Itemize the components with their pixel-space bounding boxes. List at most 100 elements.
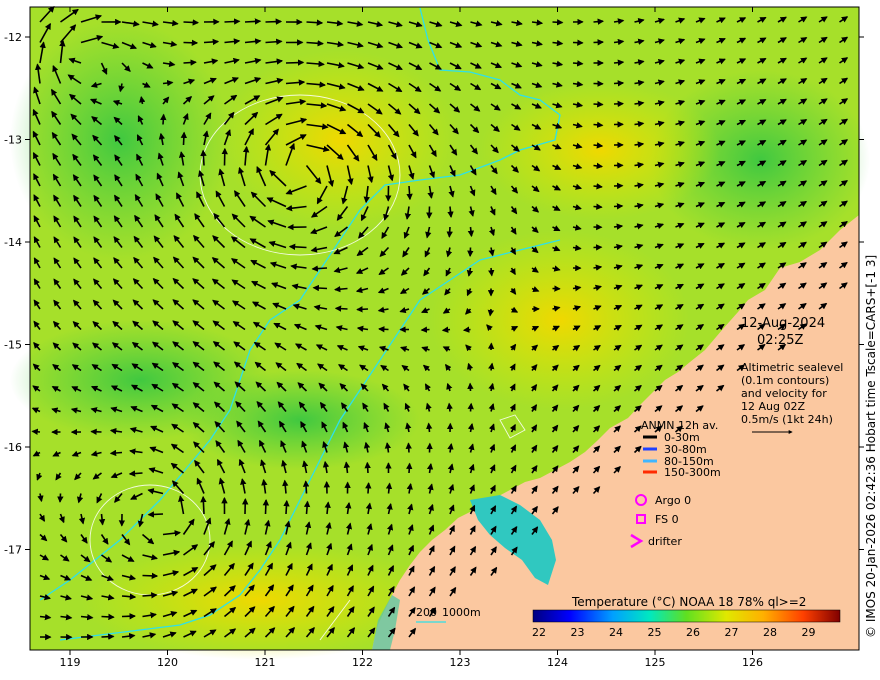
velocity-arrow bbox=[447, 206, 454, 218]
velocity-arrow bbox=[183, 59, 197, 66]
colorbar-title: Temperature (°C) NOAA 18 78% ql>=2 bbox=[571, 595, 806, 609]
mooring-depth-label: 150-300m bbox=[664, 466, 721, 479]
velocity-arrow bbox=[265, 18, 283, 25]
velocity-arrow bbox=[634, 141, 645, 148]
velocity-arrow bbox=[334, 305, 348, 312]
velocity-arrow bbox=[128, 470, 143, 477]
lat-tick-label: -15 bbox=[4, 339, 22, 352]
velocity-arrow bbox=[593, 183, 603, 190]
velocity-arrow bbox=[244, 18, 262, 25]
lon-tick-label: 120 bbox=[157, 656, 178, 669]
velocity-arrow bbox=[613, 59, 625, 66]
velocity-arrow bbox=[593, 121, 604, 129]
colorbar-tick-label: 23 bbox=[571, 626, 585, 639]
velocity-arrow bbox=[467, 226, 475, 238]
description-line: and velocity for bbox=[741, 387, 827, 400]
lon-tick-label: 119 bbox=[60, 656, 81, 669]
isobath-1000-label: 1000m bbox=[442, 606, 481, 619]
velocity-arrow bbox=[200, 149, 207, 166]
side-credit: © IMOS 20-Jan-2026 02:42:36 Hobart time … bbox=[864, 254, 878, 638]
map-date: 12-Aug-2024 bbox=[741, 316, 825, 331]
velocity-arrow bbox=[147, 511, 164, 518]
velocity-arrow bbox=[31, 428, 41, 436]
velocity-arrow bbox=[613, 38, 625, 46]
velocity-arrow bbox=[183, 19, 200, 26]
velocity-arrow bbox=[121, 593, 137, 600]
description-line: 0.5m/s (1kt 24h) bbox=[741, 413, 833, 426]
lon-tick-label: 124 bbox=[547, 656, 568, 669]
isobath-200-label: 200 bbox=[416, 606, 437, 619]
lon-tick-label: 123 bbox=[450, 656, 471, 669]
ocean-temperature-map: 119 120 121 122 123 124 125 126 -12 -13 -14 -15 -16… bbox=[4, 5, 870, 669]
velocity-arrow bbox=[98, 513, 106, 526]
velocity-arrow bbox=[593, 18, 605, 25]
velocity-arrow bbox=[426, 422, 433, 433]
velocity-arrow bbox=[180, 131, 188, 146]
lon-tick-label: 126 bbox=[742, 656, 763, 669]
lon-tick-label: 122 bbox=[352, 656, 373, 669]
colorbar-tick-label: 25 bbox=[648, 626, 662, 639]
colorbar-tick-label: 22 bbox=[532, 626, 546, 639]
colorbar-tick-label: 29 bbox=[802, 626, 816, 639]
velocity-arrow bbox=[552, 39, 564, 47]
colorbar-tick-label: 26 bbox=[686, 626, 700, 639]
velocity-arrow bbox=[613, 223, 624, 230]
velocity-arrow bbox=[488, 362, 495, 371]
velocity-arrow bbox=[312, 284, 328, 292]
velocity-arrow bbox=[283, 499, 290, 515]
velocity-arrow bbox=[160, 113, 167, 125]
description-line: (0.1m contours) bbox=[741, 374, 829, 387]
velocity-arrow bbox=[303, 500, 311, 515]
velocity-arrow bbox=[488, 267, 495, 277]
velocity-arrow bbox=[142, 592, 158, 599]
velocity-arrow bbox=[224, 18, 241, 25]
velocity-arrow bbox=[306, 19, 324, 26]
velocity-arrow bbox=[446, 226, 453, 238]
velocity-arrow bbox=[405, 442, 412, 453]
velocity-arrow bbox=[593, 142, 604, 149]
colorbar-gradient bbox=[532, 609, 841, 623]
velocity-arrow bbox=[462, 326, 471, 333]
lon-tick-label: 121 bbox=[255, 656, 276, 669]
velocity-arrow bbox=[572, 60, 584, 67]
colorbar-tick-label: 28 bbox=[763, 626, 777, 639]
velocity-arrow bbox=[385, 482, 393, 494]
velocity-arrow bbox=[365, 482, 372, 494]
drifter-label: drifter bbox=[648, 535, 682, 548]
velocity-arrow bbox=[364, 461, 371, 474]
colorbar-tick-label: 27 bbox=[725, 626, 739, 639]
velocity-arrow bbox=[109, 449, 123, 457]
lat-tick-label: -17 bbox=[4, 544, 22, 557]
velocity-arrow bbox=[613, 203, 624, 210]
velocity-arrow bbox=[101, 613, 115, 621]
velocity-arrow bbox=[441, 326, 451, 333]
velocity-arrow bbox=[406, 462, 413, 474]
velocity-arrow bbox=[613, 80, 625, 87]
lat-tick-label: -12 bbox=[4, 31, 22, 44]
velocity-arrow bbox=[162, 79, 174, 87]
velocity-arrow bbox=[203, 38, 220, 46]
lat-tick-label: -16 bbox=[4, 441, 22, 454]
velocity-arrow bbox=[142, 572, 159, 580]
velocity-arrow bbox=[593, 101, 604, 108]
velocity-arrow bbox=[356, 306, 369, 313]
velocity-arrow bbox=[378, 326, 389, 333]
velocity-arrow bbox=[288, 243, 307, 251]
velocity-arrow bbox=[265, 38, 283, 45]
velocity-arrow bbox=[200, 495, 207, 515]
velocity-arrow bbox=[593, 264, 603, 271]
lon-tick-label: 125 bbox=[645, 656, 666, 669]
velocity-arrow bbox=[285, 59, 305, 66]
description-line: 12 Aug 02Z bbox=[741, 400, 805, 413]
velocity-arrow bbox=[101, 633, 115, 640]
fs-label: FS 0 bbox=[655, 513, 679, 526]
velocity-arrow bbox=[572, 285, 582, 292]
velocity-arrow bbox=[302, 480, 310, 494]
lat-tick-label: -13 bbox=[4, 134, 22, 147]
velocity-arrow bbox=[420, 326, 430, 333]
velocity-arrow bbox=[572, 244, 582, 251]
velocity-arrow bbox=[593, 162, 604, 170]
colorbar-tick-label: 24 bbox=[609, 626, 623, 639]
velocity-arrow bbox=[467, 402, 474, 412]
velocity-arrow bbox=[487, 308, 495, 317]
